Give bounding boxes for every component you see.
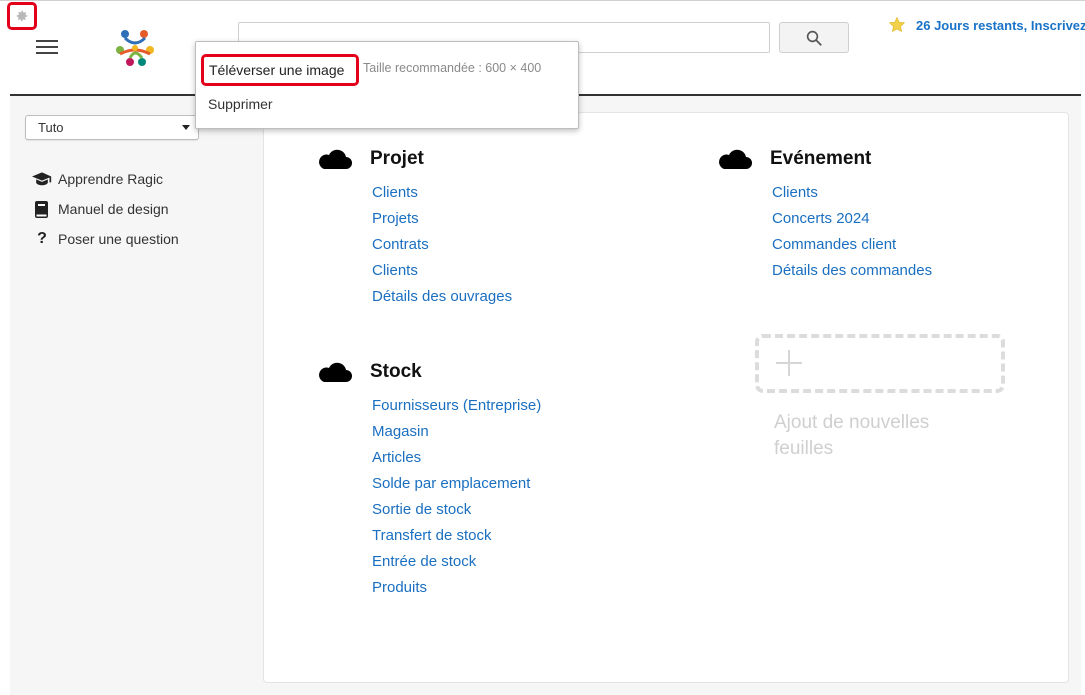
sheet-link[interactable]: Détails des ouvrages	[372, 284, 512, 310]
sheet-link[interactable]: Solde par emplacement	[372, 471, 541, 497]
hamburger-line	[36, 52, 58, 54]
group-title: Evénement	[770, 148, 872, 169]
sheet-link[interactable]: Clients	[772, 180, 932, 206]
group-links: Fournisseurs (Entreprise) Magasin Articl…	[372, 393, 541, 601]
image-options-menu: Téléverser une image Taille recommandée …	[195, 41, 579, 129]
upload-size-hint: Taille recommandée : 600 × 400	[363, 61, 542, 75]
trial-notice[interactable]: 26 Jours restants, Inscrivez	[888, 14, 1085, 36]
add-sheet-button[interactable]	[755, 334, 1005, 393]
group-links: Clients Projets Contrats Clients Détails…	[372, 180, 512, 310]
sidebar-item-label: Manuel de design	[58, 201, 169, 217]
graduation-cap-icon	[32, 171, 52, 187]
group-title: Projet	[370, 148, 424, 169]
gear-icon	[16, 10, 28, 22]
sheet-link[interactable]: Détails des commandes	[772, 258, 932, 284]
page: 26 Jours restants, Inscrivez Tuto Appren…	[0, 0, 1085, 695]
group-header[interactable]: Projet	[316, 144, 512, 174]
group-title: Stock	[370, 361, 422, 382]
tab-select[interactable]: Tuto	[25, 115, 199, 140]
sheet-link[interactable]: Magasin	[372, 419, 541, 445]
cloud-icon	[319, 362, 352, 382]
sheet-link[interactable]: Entrée de stock	[372, 549, 541, 575]
group-evenement: Evénement Clients Concerts 2024 Commande…	[716, 144, 932, 284]
add-sheet-label[interactable]: Ajout de nouvelles feuilles	[774, 410, 974, 462]
question-icon: ?	[37, 230, 47, 247]
book-icon	[32, 200, 52, 218]
tab-select-value: Tuto	[38, 120, 64, 135]
chevron-down-icon	[182, 125, 190, 130]
sheet-link[interactable]: Transfert de stock	[372, 523, 541, 549]
search-icon	[806, 30, 822, 46]
menu-hamburger-icon[interactable]	[36, 40, 58, 56]
top-border	[0, 0, 1085, 1]
sidebar-item-apprendre-ragic[interactable]: Apprendre Ragic	[32, 164, 179, 194]
hamburger-line	[36, 46, 58, 48]
hamburger-line	[36, 40, 58, 42]
sheet-link[interactable]: Concerts 2024	[772, 206, 932, 232]
group-links: Clients Concerts 2024 Commandes client D…	[772, 180, 932, 284]
upload-image-label: Téléverser une image	[209, 62, 345, 78]
company-logo[interactable]	[112, 26, 158, 70]
search-button[interactable]	[779, 22, 849, 53]
cloud-icon	[719, 149, 752, 169]
sidebar-item-manuel-de-design[interactable]: Manuel de design	[32, 194, 179, 224]
sheet-link[interactable]: Produits	[372, 575, 541, 601]
sidebar-item-label: Poser une question	[58, 231, 179, 247]
plus-icon	[776, 350, 802, 376]
sheet-link[interactable]: Clients	[372, 180, 512, 206]
group-header[interactable]: Stock	[316, 357, 541, 387]
group-projet: Projet Clients Projets Contrats Clients …	[316, 144, 512, 310]
sidebar-item-label: Apprendre Ragic	[58, 171, 164, 187]
sidebar-nav: Apprendre Ragic Manuel de design ? Poser…	[32, 164, 179, 254]
cloud-icon	[319, 149, 352, 169]
sheet-link[interactable]: Clients	[372, 258, 512, 284]
star-icon	[888, 16, 906, 33]
delete-image-menu-item[interactable]: Supprimer	[208, 96, 273, 112]
group-header[interactable]: Evénement	[716, 144, 932, 174]
sheet-link[interactable]: Fournisseurs (Entreprise)	[372, 393, 541, 419]
sheet-link[interactable]: Commandes client	[772, 232, 932, 258]
settings-gear-button[interactable]	[7, 2, 37, 30]
sheet-link[interactable]: Sortie de stock	[372, 497, 541, 523]
sheet-link[interactable]: Contrats	[372, 232, 512, 258]
sheet-link[interactable]: Projets	[372, 206, 512, 232]
upload-image-menu-item[interactable]: Téléverser une image	[201, 54, 359, 86]
trial-text[interactable]: 26 Jours restants, Inscrivez	[916, 18, 1085, 33]
sidebar-item-poser-une-question[interactable]: ? Poser une question	[32, 224, 179, 254]
group-stock: Stock Fournisseurs (Entreprise) Magasin …	[316, 357, 541, 601]
sheet-link[interactable]: Articles	[372, 445, 541, 471]
